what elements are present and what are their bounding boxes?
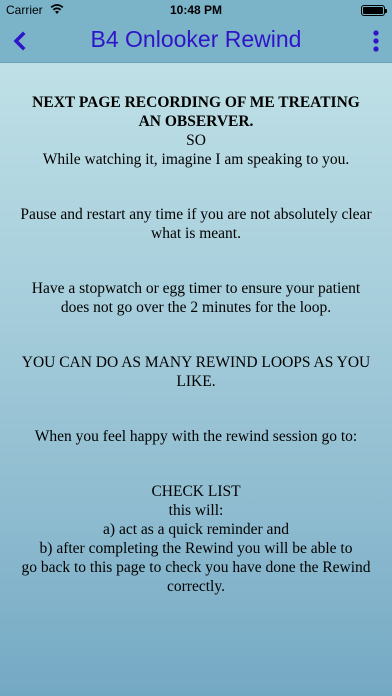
page-title: B4 Onlooker Rewind bbox=[90, 26, 302, 52]
chevron-left-icon[interactable] bbox=[8, 28, 32, 54]
item-b-line-1: b) after completing the Rewind you will … bbox=[39, 540, 353, 557]
battery-icon bbox=[361, 5, 387, 16]
vertical-ellipsis-icon[interactable] bbox=[372, 29, 380, 53]
loops-text-line-1: YOU CAN DO AS MANY REWIND LOOPS AS YOU bbox=[21, 354, 371, 371]
item-b-line-2: go back to this page to check you have d… bbox=[21, 559, 371, 576]
pause-text-line-1: Pause and restart any time if you are no… bbox=[20, 206, 372, 223]
happy-text: When you feel happy with the rewind sess… bbox=[34, 428, 358, 445]
loops-text-line-2: LIKE. bbox=[176, 373, 216, 390]
this-will-text: this will: bbox=[168, 502, 224, 519]
checklist-title: CHECK LIST bbox=[151, 483, 241, 500]
timer-text-line-1: Have a stopwatch or egg timer to ensure … bbox=[31, 280, 361, 297]
status-bar: Carrier 10:48 PM bbox=[0, 0, 392, 20]
heading-line-1: NEXT PAGE RECORDING OF ME TREATING bbox=[32, 94, 360, 111]
watch-text: While watching it, imagine I am speaking… bbox=[42, 151, 350, 168]
instructions-content: NEXT PAGE RECORDING OF ME TREATING AN OB… bbox=[0, 63, 392, 696]
status-time: 10:48 PM bbox=[169, 3, 223, 17]
pause-text-line-2: what is meant. bbox=[151, 225, 241, 242]
timer-text-line-2: does not go over the 2 minutes for the l… bbox=[60, 299, 332, 316]
so-text: SO bbox=[186, 132, 206, 149]
navigation-bar: B4 Onlooker Rewind bbox=[0, 20, 392, 63]
item-b-line-3: correctly. bbox=[167, 578, 225, 595]
heading-line-2: AN OBSERVER. bbox=[138, 113, 254, 130]
item-a-text: a) act as a quick reminder and bbox=[103, 521, 289, 538]
